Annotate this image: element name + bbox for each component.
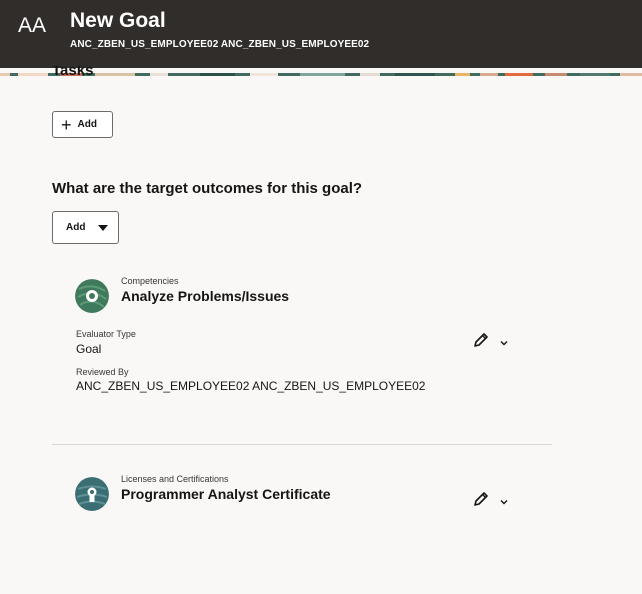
add-outcome-button[interactable]: Add [52, 211, 119, 244]
caret-down-icon [98, 224, 109, 231]
divider [52, 444, 552, 445]
certificate-icon [75, 477, 109, 511]
competency-icon [75, 279, 109, 313]
add-task-button[interactable]: + Add [52, 111, 113, 138]
outcomes-heading: What are the target outcomes for this go… [52, 180, 363, 197]
decorative-banner [0, 68, 642, 76]
edit-icon[interactable] [472, 331, 490, 349]
outcome-title: Programmer Analyst Certificate [121, 486, 331, 502]
outcome-title: Analyze Problems/Issues [121, 288, 290, 304]
page-subtitle: ANC_ZBEN_US_EMPLOYEE02 ANC_ZBEN_US_EMPLO… [70, 39, 370, 50]
outcome-category: Licenses and Certifications [121, 474, 229, 484]
chevron-down-icon[interactable] [498, 336, 510, 348]
outcome-category: Competencies [121, 276, 179, 286]
add-task-label: Add [77, 119, 97, 130]
edit-icon[interactable] [472, 490, 490, 508]
evaluator-type-label: Evaluator Type [76, 329, 136, 339]
avatar[interactable]: AA [18, 14, 56, 42]
add-outcome-label: Add [66, 222, 86, 233]
page-title: New Goal [70, 9, 166, 32]
tasks-heading: Tasks [52, 66, 94, 76]
chevron-down-icon[interactable] [498, 495, 510, 507]
reviewed-by-label: Reviewed By [76, 367, 129, 377]
reviewed-by-value: ANC_ZBEN_US_EMPLOYEE02 ANC_ZBEN_US_EMPLO… [76, 379, 426, 393]
evaluator-type-value: Goal [76, 342, 102, 356]
plus-icon: + [61, 114, 72, 135]
page-header: AA New Goal ANC_ZBEN_US_EMPLOYEE02 ANC_Z… [0, 0, 642, 68]
